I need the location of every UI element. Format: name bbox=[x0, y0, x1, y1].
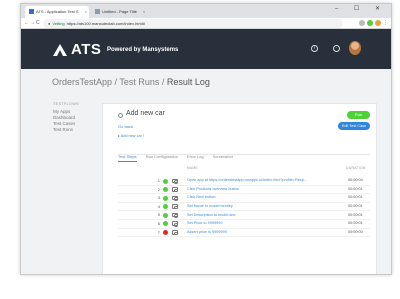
camera-icon[interactable] bbox=[172, 204, 178, 209]
sidebar-section-label: TESTFLOWS bbox=[53, 102, 79, 106]
camera-icon[interactable] bbox=[172, 230, 178, 235]
sidebar: TESTFLOWS My Apps Dashboard Test Cases T… bbox=[53, 101, 79, 133]
test-case-icon bbox=[118, 113, 123, 118]
table-row[interactable]: 6 Set Price to 9999999 00:00:01 bbox=[118, 220, 370, 229]
info-icon[interactable]: i bbox=[311, 45, 318, 52]
step-duration: 00:00:01 bbox=[348, 212, 363, 217]
tab-bar: ATS - Application Test S × Untitled - Pag… bbox=[21, 4, 391, 18]
step-name-link[interactable]: Open app at https://orderstestapp.mxapps… bbox=[187, 178, 327, 182]
run-button[interactable]: Run bbox=[347, 111, 370, 119]
step-duration: 00:00:01 bbox=[348, 195, 363, 200]
step-name-link[interactable]: Click Products overview button bbox=[187, 187, 327, 191]
column-header-name: NAME bbox=[187, 166, 198, 170]
extension-icon[interactable] bbox=[367, 20, 373, 26]
page-favicon-icon bbox=[95, 9, 100, 14]
tab-divider bbox=[118, 154, 370, 155]
sidebar-item-test-runs[interactable]: Test Runs bbox=[53, 127, 79, 133]
main-content: OrdersTestApp / Test Runs / Result Log T… bbox=[21, 69, 391, 274]
tab-test-steps[interactable]: Test Steps bbox=[118, 154, 137, 162]
table-row[interactable]: 5 Set Description to model abc 00:00:01 bbox=[118, 211, 370, 220]
step-number: 3 bbox=[157, 195, 160, 201]
close-tab-icon[interactable]: × bbox=[85, 9, 87, 14]
step-name-link[interactable]: Assert price is 9999999 bbox=[187, 230, 327, 234]
step-number: 5 bbox=[157, 212, 160, 218]
test-run-link[interactable]: ▸ Add new car / bbox=[118, 133, 144, 138]
pass-status-icon bbox=[163, 195, 168, 201]
step-number: 4 bbox=[157, 203, 160, 209]
go-back-link[interactable]: Go back bbox=[118, 124, 133, 129]
pass-status-icon bbox=[163, 212, 168, 218]
ats-logo-icon bbox=[53, 44, 67, 56]
camera-icon[interactable] bbox=[172, 221, 178, 227]
back-icon[interactable]: ← bbox=[24, 20, 29, 26]
reload-icon[interactable]: C bbox=[36, 20, 40, 26]
result-log-card: Add new car Go back ▸ Add new car / Run … bbox=[102, 103, 377, 274]
page-title: OrdersTestApp / Test Runs / Result Log bbox=[52, 77, 210, 87]
forward-icon[interactable]: → bbox=[30, 20, 35, 26]
result-tabs: Test Steps Run Configuration Error Log Scre… bbox=[118, 145, 242, 162]
close-tab-icon[interactable]: × bbox=[143, 9, 145, 14]
extension-icon[interactable] bbox=[375, 20, 381, 26]
step-duration: 00:00:01 bbox=[348, 203, 363, 208]
step-name-link[interactable]: Set Name to model bentley bbox=[187, 204, 327, 208]
step-number: 6 bbox=[157, 220, 160, 226]
step-duration: 00:00:00 bbox=[348, 229, 363, 234]
test-case-title: Add new car bbox=[126, 110, 165, 117]
avatar[interactable] bbox=[349, 41, 361, 55]
pass-status-icon bbox=[163, 178, 168, 184]
step-number: 1 bbox=[157, 178, 160, 183]
table-row[interactable]: 4 Set Name to model bentley 00:00:01 bbox=[118, 203, 370, 212]
star-icon[interactable] bbox=[359, 20, 365, 26]
camera-icon[interactable] bbox=[172, 178, 178, 184]
app-header: ATS Powered by Mansystems i · bbox=[21, 29, 391, 69]
tab-run-configuration[interactable]: Run Configuration bbox=[146, 154, 178, 161]
table-row[interactable]: 1 Open app at https://orderstestapp.mxapp… bbox=[118, 177, 370, 186]
app-subtitle: Powered by Mansystems bbox=[107, 47, 179, 53]
tab-error-log[interactable]: Error Log bbox=[187, 154, 204, 161]
menu-icon[interactable]: ⋮ bbox=[383, 20, 388, 26]
step-duration: 00:00:01 bbox=[348, 221, 363, 226]
table-row[interactable]: 3 Click New button 00:00:01 bbox=[118, 194, 370, 203]
tab-screenshot[interactable]: Screenshot bbox=[213, 154, 233, 161]
pass-status-icon bbox=[163, 221, 168, 227]
table-row[interactable]: 7 Assert price is 9999999 00:00:00 bbox=[118, 229, 370, 238]
table-row[interactable]: 2 Click Products overview button 00:00:01 bbox=[118, 186, 370, 195]
step-duration: 00:00:04 bbox=[348, 178, 363, 183]
camera-icon[interactable] bbox=[172, 212, 178, 218]
step-duration: 00:00:01 bbox=[348, 186, 363, 191]
lock-icon: ● bbox=[48, 21, 51, 26]
address-bar: ← → C ● Vetting https://ats100.mansuteolab… bbox=[21, 18, 391, 29]
pass-status-icon bbox=[163, 187, 168, 193]
camera-icon[interactable] bbox=[172, 195, 178, 201]
window-controls[interactable]: – ☐ ✕ bbox=[335, 5, 387, 12]
edit-test-case-button[interactable]: Edit Test Case bbox=[338, 122, 370, 130]
step-name-link[interactable]: Set Description to model abc bbox=[187, 213, 327, 217]
settings-icon[interactable]: · bbox=[333, 45, 340, 52]
camera-icon[interactable] bbox=[172, 187, 178, 192]
url-input[interactable]: ● Vetting https://ats100.mansuteolab.com/i… bbox=[43, 19, 343, 28]
pass-status-icon bbox=[163, 204, 168, 210]
step-name-link[interactable]: Click New button bbox=[187, 195, 327, 199]
step-name-link[interactable]: Set Price to 9999999 bbox=[187, 221, 327, 225]
app-logo[interactable]: ATS bbox=[71, 41, 101, 58]
ats-favicon-icon bbox=[29, 9, 34, 14]
fail-status-icon bbox=[163, 230, 168, 236]
column-header-duration: DURATION bbox=[346, 166, 366, 170]
step-number: 2 bbox=[157, 186, 160, 192]
browser-tab-ats[interactable]: ATS - Application Test S × bbox=[25, 6, 89, 18]
test-steps-table: 1 Open app at https://orderstestapp.mxapp… bbox=[118, 177, 370, 238]
browser-window: ATS - Application Test S × Untitled - Pag… bbox=[20, 3, 392, 275]
browser-tab-untitled[interactable]: Untitled - Page Title × bbox=[91, 6, 147, 18]
step-number: 7 bbox=[157, 229, 160, 235]
